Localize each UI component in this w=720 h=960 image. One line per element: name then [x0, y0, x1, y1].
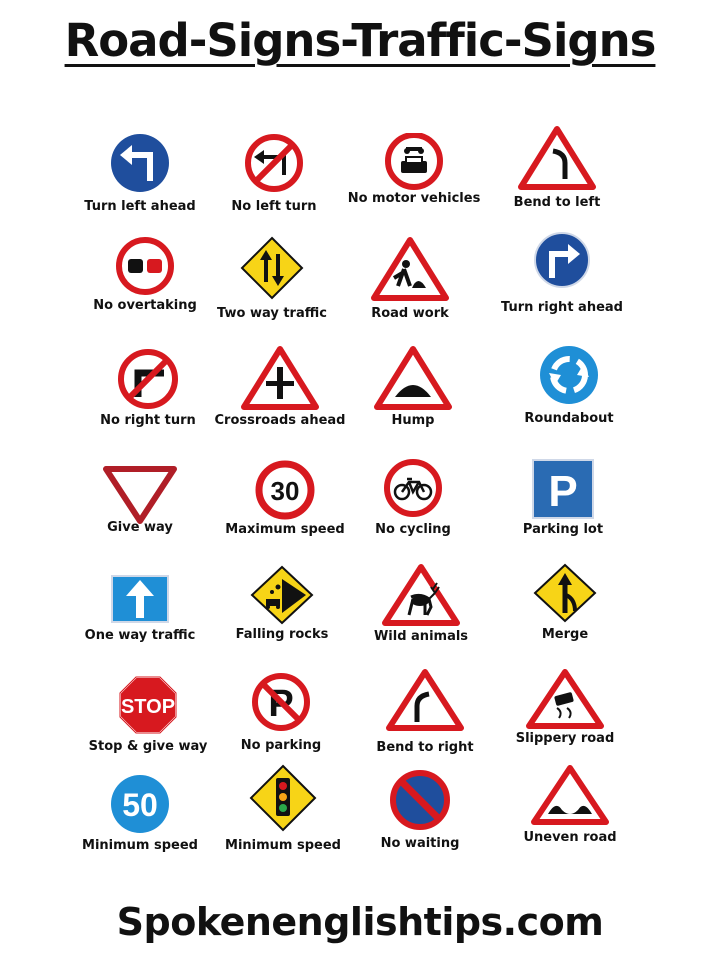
- sign-stop: STOP Stop & give way: [73, 675, 223, 785]
- no-parking-icon: P: [252, 673, 310, 731]
- sign-roundabout: Roundabout: [494, 345, 644, 455]
- sign-label: Falling rocks: [235, 627, 329, 642]
- sign-label: Road work: [371, 306, 449, 321]
- sign-turn-left-ahead: Turn left ahead: [65, 133, 215, 243]
- sign-label: One way traffic: [84, 628, 196, 643]
- min-speed-value: 50: [122, 787, 158, 823]
- bend-right-icon: [386, 669, 464, 731]
- sign-road-work: Road work: [335, 236, 485, 346]
- sign-hump: Hump: [338, 345, 488, 455]
- sign-label: Bend to left: [513, 195, 601, 210]
- sign-slippery-road: Slippery road: [490, 668, 640, 778]
- parking-letter: P: [548, 467, 577, 516]
- turn-right-ahead-icon: [534, 232, 590, 288]
- sign-merge: Merge: [490, 563, 640, 673]
- sign-label: Minimum speed: [82, 838, 198, 853]
- sign-bend-right: Bend to right: [350, 668, 500, 778]
- road-work-icon: [371, 237, 449, 301]
- site-footer: Spokenenglishtips.com: [116, 900, 604, 944]
- sign-parking: P Parking lot: [488, 458, 638, 568]
- page-title: Road-Signs-Traffic-Signs: [64, 14, 657, 67]
- sign-uneven-road: Uneven road: [495, 764, 645, 874]
- sign-no-right-turn: No right turn: [73, 349, 223, 459]
- sign-wild-animals: Wild animals: [346, 563, 496, 673]
- wild-animals-icon: [382, 564, 460, 626]
- roundabout-icon: [540, 346, 598, 404]
- parking-icon: P: [532, 459, 594, 519]
- no-waiting-icon: [390, 770, 450, 830]
- sign-bend-left: Bend to left: [482, 125, 632, 235]
- hump-icon: [374, 346, 452, 410]
- falling-rocks-icon: [250, 565, 314, 625]
- sign-label: Hump: [391, 413, 435, 428]
- no-overtaking-icon: [116, 237, 174, 295]
- sign-falling-rocks: Falling rocks: [207, 565, 357, 675]
- no-left-turn-icon: [245, 134, 303, 192]
- sign-no-motor-vehicles: No motor vehicles: [339, 133, 489, 243]
- minimum-speed-icon: 50: [111, 775, 169, 833]
- merge-icon: [533, 563, 597, 623]
- stop-text: STOP: [121, 696, 175, 718]
- sign-label: Roundabout: [524, 411, 614, 426]
- sign-label: Bend to right: [376, 740, 474, 755]
- sign-label: No left turn: [231, 199, 317, 214]
- two-way-traffic-icon: [240, 236, 304, 300]
- uneven-road-icon: [531, 765, 609, 825]
- sign-label: Turn right ahead: [501, 300, 623, 315]
- sign-label: Wild animals: [373, 629, 469, 644]
- sign-no-cycling: No cycling: [338, 458, 488, 568]
- traffic-light-icon: [249, 764, 317, 832]
- sign-traffic-light: Minimum speed: [208, 764, 358, 874]
- bend-left-icon: [518, 126, 596, 190]
- sign-label: Parking lot: [522, 522, 604, 537]
- sign-turn-right-ahead: Turn right ahead: [487, 232, 637, 342]
- slippery-road-icon: [526, 669, 604, 729]
- sign-no-left-turn: No left turn: [199, 133, 349, 243]
- stop-icon: STOP: [119, 676, 177, 734]
- sign-label: Two way traffic: [217, 306, 327, 321]
- sign-one-way: One way traffic: [65, 572, 215, 682]
- sign-label: Give way: [107, 520, 173, 535]
- sign-label: Merge: [541, 627, 589, 642]
- maximum-speed-icon: 30: [255, 460, 315, 520]
- sign-label: No parking: [240, 738, 322, 753]
- crossroads-icon: [241, 346, 319, 410]
- turn-left-ahead-icon: [111, 134, 169, 192]
- sign-label: No cycling: [375, 522, 451, 537]
- no-right-turn-icon: [118, 349, 178, 409]
- sign-crossroads: Crossroads ahead: [205, 345, 355, 455]
- sign-label: Minimum speed: [225, 838, 341, 853]
- sign-label: No motor vehicles: [347, 191, 481, 206]
- speed-value: 30: [271, 476, 300, 506]
- sign-label: Uneven road: [523, 830, 617, 845]
- sign-minimum-speed: 50 Minimum speed: [65, 774, 215, 884]
- sign-no-waiting: No waiting: [345, 768, 495, 878]
- no-cycling-icon: [384, 459, 442, 517]
- sign-label: No waiting: [380, 836, 460, 851]
- sign-label: Slippery road: [515, 731, 615, 746]
- sign-give-way: Give way: [65, 465, 215, 575]
- sign-two-way-traffic: Two way traffic: [197, 236, 347, 346]
